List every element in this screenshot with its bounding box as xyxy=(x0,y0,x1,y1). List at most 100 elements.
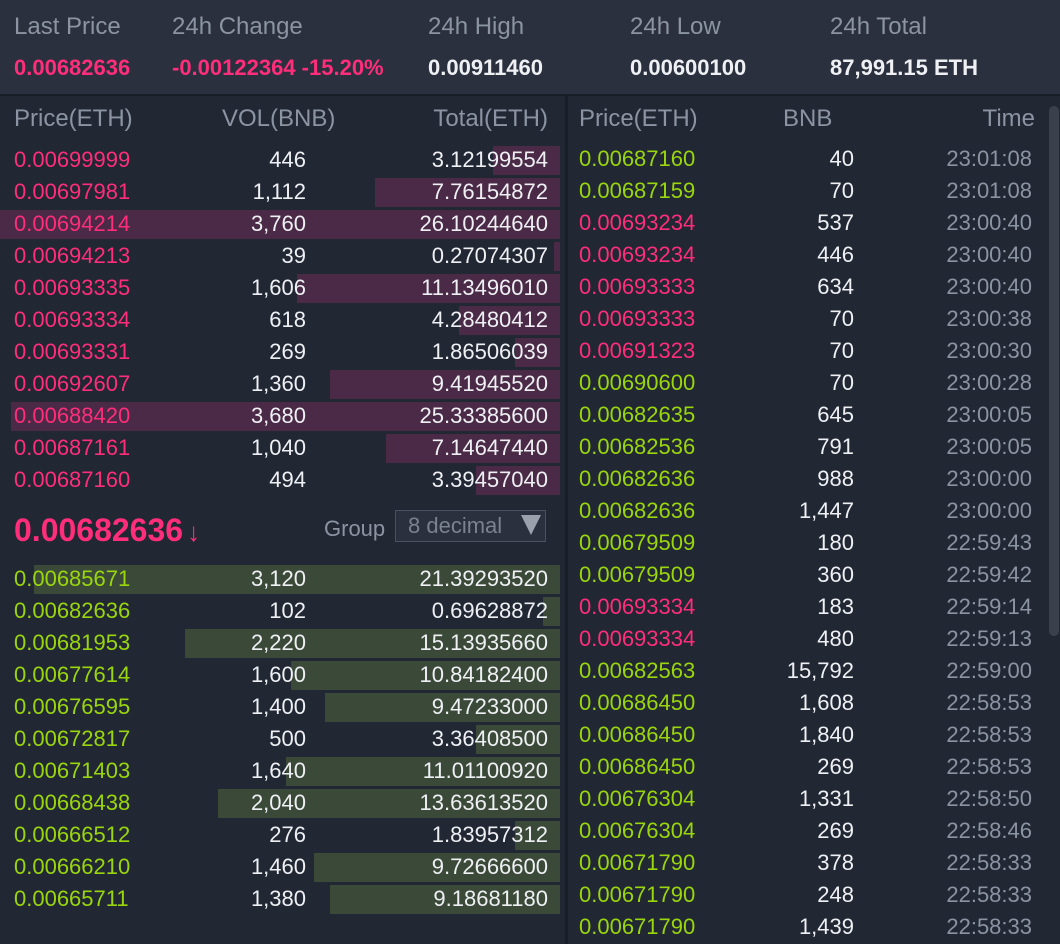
ask-total: 25.33385600 xyxy=(419,403,548,428)
trade-amount: 988 xyxy=(817,466,854,491)
bid-price: 0.00666210 xyxy=(14,854,131,879)
trade-time: 22:58:33 xyxy=(946,850,1032,875)
trade-amount: 269 xyxy=(817,754,854,779)
trade-amount: 446 xyxy=(817,242,854,267)
group-decimal-select[interactable]: 8 decimal xyxy=(395,510,546,542)
ask-row[interactable]: 0.00694213 39 0.27074307 xyxy=(0,240,560,272)
bid-volume: 2,040 xyxy=(250,790,306,815)
trade-time: 22:58:33 xyxy=(946,914,1032,939)
ask-row[interactable]: 0.00693334 618 4.28480412 xyxy=(0,304,560,336)
ticker-header: Last Price 0.00682636 24h Change -0.0012… xyxy=(0,0,1060,96)
book-header-vol[interactable]: VOL(BNB) xyxy=(222,104,335,134)
group-select-value: 8 decimal xyxy=(408,513,503,538)
trade-price: 0.00679509 xyxy=(579,562,696,587)
ask-row[interactable]: 0.00688420 3,680 25.33385600 xyxy=(0,400,560,432)
bid-volume: 2,220 xyxy=(250,630,306,655)
trade-row: 0.00691323 70 23:00:30 xyxy=(568,335,1060,367)
trade-time: 22:59:00 xyxy=(946,658,1032,683)
trade-time: 22:58:50 xyxy=(946,786,1032,811)
ask-row[interactable]: 0.00699999 446 3.12199554 xyxy=(0,144,560,176)
ask-row[interactable]: 0.00694214 3,760 26.10244640 xyxy=(0,208,560,240)
trade-time: 23:00:40 xyxy=(946,210,1032,235)
change-label: 24h Change xyxy=(172,13,303,40)
trade-amount: 378 xyxy=(817,850,854,875)
trade-row: 0.00682635 645 23:00:05 xyxy=(568,399,1060,431)
bid-row[interactable]: 0.00668438 2,040 13.63613520 xyxy=(0,787,560,819)
trade-price: 0.00671790 xyxy=(579,850,696,875)
trade-row: 0.00682636 1,447 23:00:00 xyxy=(568,495,1060,527)
bid-volume: 102 xyxy=(269,598,306,623)
ask-row[interactable]: 0.00693331 269 1.86506039 xyxy=(0,336,560,368)
trade-price: 0.00693234 xyxy=(579,242,696,267)
trade-price: 0.00693333 xyxy=(579,274,696,299)
trade-time: 23:00:40 xyxy=(946,242,1032,267)
trade-price: 0.00682636 xyxy=(579,498,696,523)
bid-total: 10.84182400 xyxy=(419,662,548,687)
trade-row: 0.00687159 70 23:01:08 xyxy=(568,175,1060,207)
ask-row[interactable]: 0.00697981 1,112 7.76154872 xyxy=(0,176,560,208)
bid-total: 1.83957312 xyxy=(431,822,548,847)
ask-volume: 1,606 xyxy=(250,275,306,300)
bid-total: 9.47233000 xyxy=(431,694,548,719)
trade-amount: 15,792 xyxy=(786,658,854,683)
last-price-label: Last Price xyxy=(14,13,121,40)
bid-price: 0.00671403 xyxy=(14,758,131,783)
high-value: 0.00911460 xyxy=(428,55,544,80)
low-value: 0.00600100 xyxy=(630,55,747,80)
bid-volume: 1,400 xyxy=(250,694,306,719)
trade-amount: 248 xyxy=(817,882,854,907)
bid-row[interactable]: 0.00677614 1,600 10.84182400 xyxy=(0,659,560,691)
bid-volume: 1,600 xyxy=(250,662,306,687)
bid-row[interactable]: 0.00676595 1,400 9.47233000 xyxy=(0,691,560,723)
bid-row[interactable]: 0.00672817 500 3.36408500 xyxy=(0,723,560,755)
bid-row[interactable]: 0.00685671 3,120 21.39293520 xyxy=(0,563,560,595)
trade-time: 22:59:13 xyxy=(946,626,1032,651)
bid-price: 0.00666512 xyxy=(14,822,131,847)
trade-amount: 70 xyxy=(829,370,854,395)
trade-amount: 1,840 xyxy=(798,722,854,747)
ask-total: 26.10244640 xyxy=(419,211,548,236)
trades-scrollbar[interactable] xyxy=(1049,106,1059,636)
total-value: 87,991.15 ETH xyxy=(830,55,978,80)
trade-amount: 1,447 xyxy=(798,498,854,523)
bid-row[interactable]: 0.00666210 1,460 9.72666600 xyxy=(0,851,560,883)
trade-price: 0.00687159 xyxy=(579,178,696,203)
trade-price: 0.00686450 xyxy=(579,690,696,715)
bid-volume: 1,640 xyxy=(250,758,306,783)
bid-total: 21.39293520 xyxy=(419,566,548,591)
trade-amount: 1,439 xyxy=(798,914,854,939)
ask-price: 0.00692607 xyxy=(14,371,131,396)
ask-price: 0.00697981 xyxy=(14,179,131,204)
trades-header-amount: BNB xyxy=(783,105,833,132)
trade-price: 0.00693334 xyxy=(579,626,696,651)
ask-volume: 3,760 xyxy=(250,211,306,236)
book-header-price[interactable]: Price(ETH) xyxy=(14,104,133,134)
trade-amount: 1,608 xyxy=(798,690,854,715)
ask-volume: 1,360 xyxy=(250,371,306,396)
ask-volume: 618 xyxy=(269,307,306,332)
ask-row[interactable]: 0.00692607 1,360 9.41945520 xyxy=(0,368,560,400)
bid-row[interactable]: 0.00666512 276 1.83957312 xyxy=(0,819,560,851)
bid-volume: 3,120 xyxy=(250,566,306,591)
ask-volume: 494 xyxy=(269,467,306,492)
bid-row[interactable]: 0.00665711 1,380 9.18681180 xyxy=(0,883,560,915)
book-header-total[interactable]: Total(ETH) xyxy=(433,104,548,134)
trades-header-price: Price(ETH) xyxy=(579,105,698,132)
high-label: 24h High xyxy=(428,13,525,40)
bid-row[interactable]: 0.00681953 2,220 15.13935660 xyxy=(0,627,560,659)
low-label: 24h Low xyxy=(630,13,721,40)
ask-price: 0.00693334 xyxy=(14,307,131,332)
bid-row[interactable]: 0.00671403 1,640 11.01100920 xyxy=(0,755,560,787)
ask-total: 7.76154872 xyxy=(431,179,548,204)
ask-total: 3.39457040 xyxy=(431,467,548,492)
bid-row[interactable]: 0.00682636 102 0.69628872 xyxy=(0,595,560,627)
trade-row: 0.00686450 1,840 22:58:53 xyxy=(568,719,1060,751)
ask-row[interactable]: 0.00687161 1,040 7.14647440 xyxy=(0,432,560,464)
trade-row: 0.00690600 70 23:00:28 xyxy=(568,367,1060,399)
trade-amount: 70 xyxy=(829,178,854,203)
bid-price: 0.00682636 xyxy=(14,598,131,623)
ask-row[interactable]: 0.00687160 494 3.39457040 xyxy=(0,464,560,496)
bid-total: 15.13935660 xyxy=(419,630,548,655)
ask-row[interactable]: 0.00693335 1,606 11.13496010 xyxy=(0,272,560,304)
ask-price: 0.00693331 xyxy=(14,339,131,364)
